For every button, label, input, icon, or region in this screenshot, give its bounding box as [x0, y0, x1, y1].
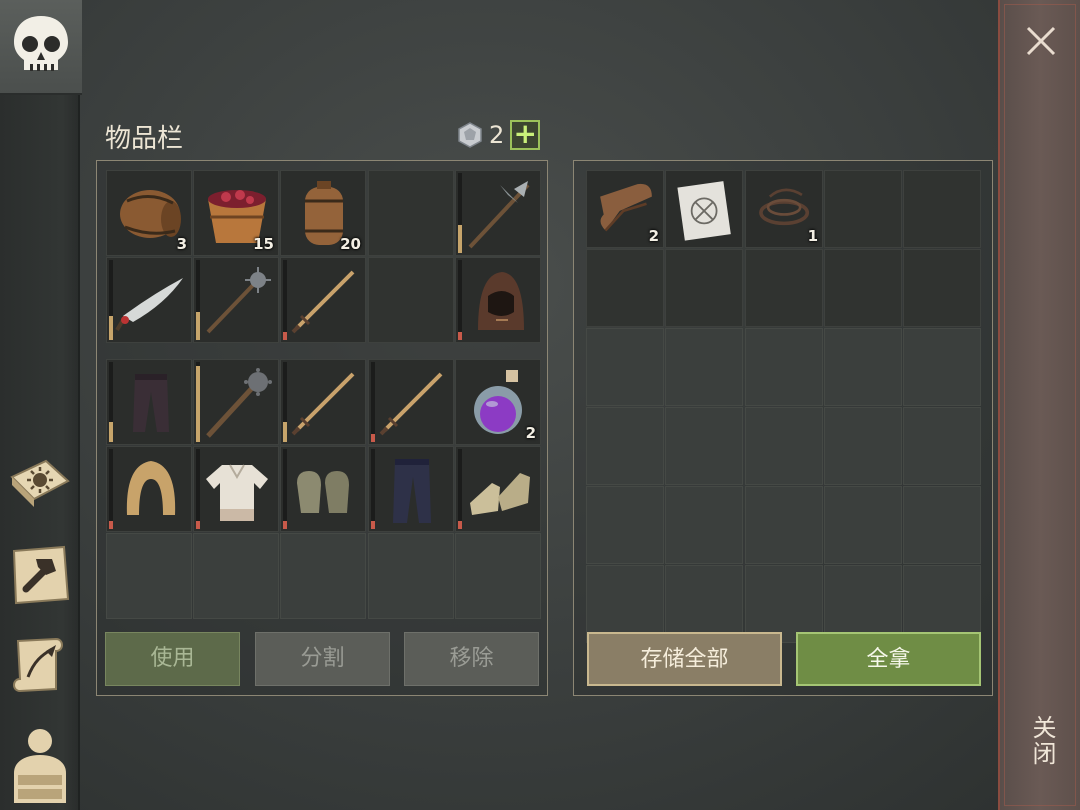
- close-label[interactable]: 关闭: [1026, 715, 1056, 767]
- hood-icon: [478, 272, 524, 330]
- inventory-slot[interactable]: 3: [106, 170, 192, 256]
- sun-book-icon: [10, 459, 70, 507]
- cloth-pants-icon: [393, 459, 431, 523]
- inventory-slot[interactable]: [280, 446, 366, 532]
- inventory-slot[interactable]: [193, 359, 279, 445]
- pants-icon: [133, 374, 169, 432]
- inventory-slot[interactable]: [106, 257, 192, 343]
- container-slot[interactable]: [665, 170, 743, 248]
- store-all-button[interactable]: 存储全部: [587, 632, 782, 686]
- container-slot[interactable]: [665, 328, 743, 406]
- container-slot[interactable]: [745, 407, 823, 485]
- morningstar-icon: [206, 267, 271, 334]
- inventory-slot[interactable]: [193, 533, 279, 619]
- remove-button[interactable]: 移除: [404, 632, 539, 686]
- close-panel[interactable]: 关闭: [998, 0, 1080, 810]
- inventory-slot[interactable]: [106, 533, 192, 619]
- mace-icon: [206, 368, 272, 438]
- inventory-slot[interactable]: 15: [193, 170, 279, 256]
- inventory-slot[interactable]: [368, 359, 454, 445]
- skull-icon: [14, 16, 68, 71]
- inventory-slot[interactable]: [280, 257, 366, 343]
- container-slot[interactable]: [824, 407, 902, 485]
- inventory-slot[interactable]: [106, 359, 192, 445]
- item-quantity: 20: [340, 235, 361, 253]
- scimitar-icon: [115, 278, 183, 332]
- split-button[interactable]: 分割: [255, 632, 390, 686]
- inventory-title: 物品栏: [105, 124, 184, 154]
- skull-tab[interactable]: [0, 0, 82, 95]
- quest-scroll-icon: [13, 637, 63, 693]
- take-all-button[interactable]: 全拿: [796, 632, 981, 686]
- container-slot[interactable]: [824, 486, 902, 564]
- container-slot[interactable]: [745, 249, 823, 327]
- gem-count: 2: [489, 121, 505, 149]
- inventory-slot[interactable]: [455, 446, 541, 532]
- container-slot[interactable]: [745, 486, 823, 564]
- leather-hood-icon: [126, 461, 176, 515]
- sword-icon: [291, 372, 355, 436]
- gem-counter: 2 +: [457, 120, 541, 150]
- container-slot[interactable]: [586, 328, 664, 406]
- container-slot[interactable]: [665, 407, 743, 485]
- inventory-slot[interactable]: [193, 446, 279, 532]
- inventory-slot[interactable]: [368, 170, 454, 256]
- inventory-slot[interactable]: 20: [280, 170, 366, 256]
- item-quantity: 2: [648, 227, 659, 245]
- inventory-slot[interactable]: [455, 257, 541, 343]
- container-slot[interactable]: [903, 407, 981, 485]
- character-icon: [14, 729, 66, 803]
- halberd-icon: [468, 181, 530, 249]
- inventory-slot[interactable]: [280, 359, 366, 445]
- inventory-slot[interactable]: [368, 446, 454, 532]
- item-quantity: 3: [176, 235, 187, 253]
- gloves-icon: [297, 471, 349, 513]
- inventory-slot[interactable]: [193, 257, 279, 343]
- quest-scroll-button[interactable]: [6, 631, 74, 699]
- inventory-slot[interactable]: [368, 257, 454, 343]
- shirt-icon: [206, 464, 268, 521]
- use-button[interactable]: 使用: [105, 632, 240, 686]
- container-slot[interactable]: [586, 407, 664, 485]
- container-slot[interactable]: [665, 486, 743, 564]
- inventory-slot[interactable]: [106, 446, 192, 532]
- add-gems-button[interactable]: +: [510, 120, 541, 150]
- container-slot[interactable]: [903, 486, 981, 564]
- inventory-slot[interactable]: [368, 533, 454, 619]
- container-slot[interactable]: [586, 249, 664, 327]
- sun-book-button[interactable]: [6, 447, 74, 515]
- container-slot[interactable]: [665, 249, 743, 327]
- item-quantity: 15: [253, 235, 274, 253]
- container-slot[interactable]: [903, 170, 981, 248]
- crafting-button[interactable]: [6, 541, 74, 609]
- inventory-slot[interactable]: 2: [455, 359, 541, 445]
- inventory-slot[interactable]: [455, 170, 541, 256]
- container-slot[interactable]: [824, 249, 902, 327]
- item-quantity: 1: [807, 227, 818, 245]
- item-quantity: 2: [525, 424, 536, 442]
- container-slot[interactable]: [824, 170, 902, 248]
- close-icon[interactable]: [1022, 22, 1060, 60]
- container-slot[interactable]: [586, 486, 664, 564]
- container-slot[interactable]: [903, 249, 981, 327]
- blueprint-icon: [677, 181, 731, 241]
- character-button[interactable]: [6, 723, 74, 805]
- inventory-slot[interactable]: [455, 533, 541, 619]
- sword-icon: [291, 270, 355, 334]
- container-slot[interactable]: [903, 328, 981, 406]
- gem-icon: [458, 122, 482, 148]
- container-slot[interactable]: [745, 328, 823, 406]
- crafting-hammer-icon: [12, 545, 70, 605]
- container-slot[interactable]: 2: [586, 170, 664, 248]
- container-slot[interactable]: [824, 328, 902, 406]
- boots-icon: [470, 473, 530, 515]
- inventory-slot[interactable]: [280, 533, 366, 619]
- container-slot[interactable]: 1: [745, 170, 823, 248]
- sword-icon: [379, 372, 443, 436]
- side-rail: [0, 95, 80, 810]
